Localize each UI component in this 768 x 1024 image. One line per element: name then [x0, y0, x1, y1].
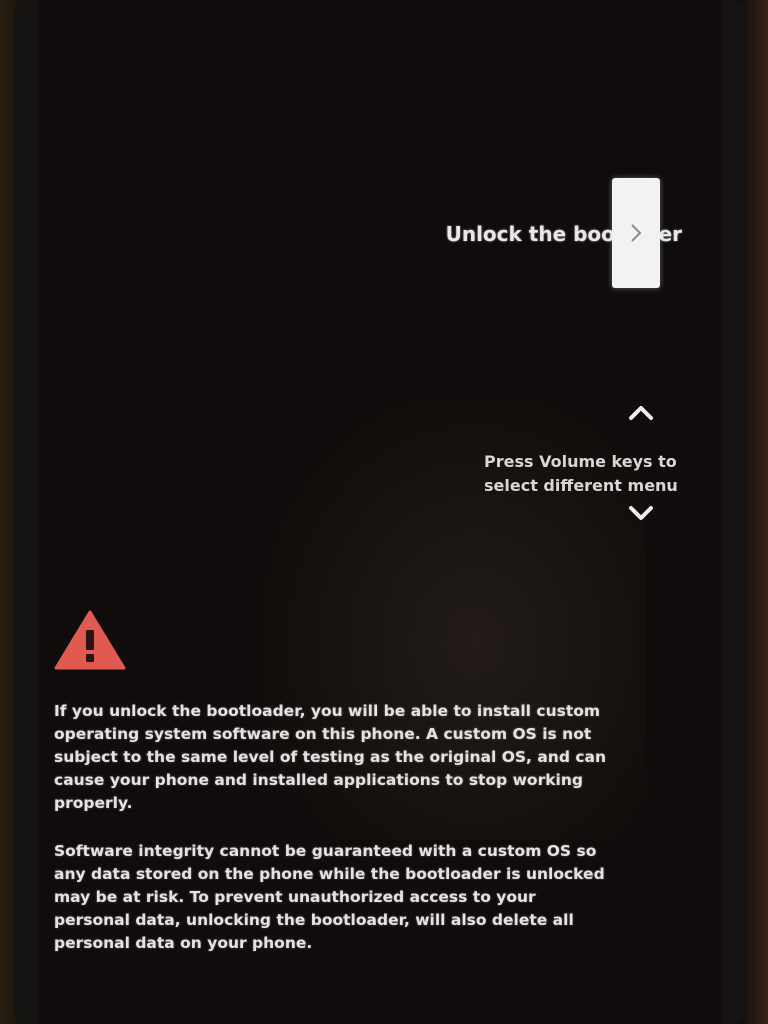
volume-hint-line2: select different menu: [484, 476, 678, 495]
chevron-right-icon: [631, 224, 642, 242]
chevron-down-icon: [629, 506, 653, 520]
warning-triangle-icon: [54, 608, 126, 677]
volume-down-indicator[interactable]: [628, 504, 654, 527]
volume-up-indicator[interactable]: [628, 404, 654, 427]
volume-keys-hint: Press Volume keys to select different me…: [484, 450, 684, 498]
warning-paragraph-1: If you unlock the bootloader, you will b…: [54, 702, 607, 812]
warning-paragraph-2: Software integrity cannot be guaranteed …: [54, 842, 605, 952]
chevron-up-icon: [629, 406, 653, 420]
menu-select-button[interactable]: [612, 178, 660, 288]
volume-hint-line1: Press Volume keys to: [484, 452, 677, 471]
